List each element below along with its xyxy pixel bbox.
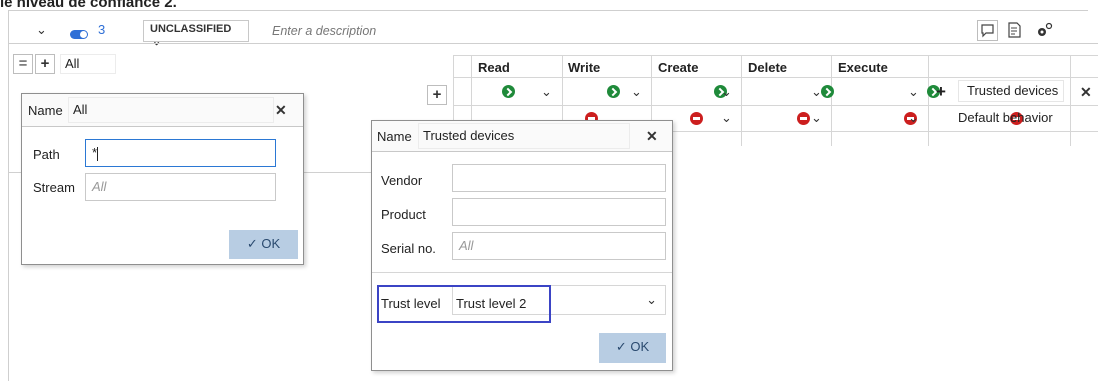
column-header-write: Write (568, 60, 601, 75)
column-header-execute: Execute (838, 60, 888, 75)
trust-level-label: Trust level (381, 296, 441, 311)
grid-col-line (1070, 55, 1071, 146)
grid-top-line (453, 55, 1098, 56)
ok-label: OK (630, 339, 650, 354)
classification-select[interactable]: UNCLASSIFIED ⌄ (143, 20, 249, 48)
description-input[interactable]: Enter a description (272, 24, 532, 38)
execute-dropdown-chevron-icon[interactable]: ⌄ (908, 84, 919, 100)
collapse-chevron-icon[interactable]: ⌄ (36, 22, 47, 38)
dialog-header: Name All ✕ (22, 94, 303, 127)
stream-input[interactable]: All (85, 173, 276, 201)
path-label: Path (33, 147, 60, 162)
write-dropdown-chevron-icon[interactable]: ⌄ (631, 84, 642, 100)
read-dropdown-chevron-icon[interactable]: ⌄ (541, 84, 552, 100)
name-input[interactable]: Trusted devices (418, 123, 630, 149)
equals-button[interactable]: = (13, 54, 33, 74)
classification-value: UNCLASSIFIED (150, 23, 232, 35)
path-input[interactable]: * (85, 139, 276, 167)
close-icon[interactable]: ✕ (275, 102, 287, 119)
add-filter-button[interactable]: + (35, 54, 55, 74)
top-divider (8, 10, 1088, 11)
rule-count: 3 (98, 22, 106, 37)
allow-delete-icon (820, 85, 834, 98)
default-behavior-label: Default behavior (958, 110, 1053, 125)
name-label: Name (28, 103, 63, 118)
trust-level-highlight: Trust level Trust level 2 (377, 285, 551, 323)
left-border (8, 10, 9, 381)
stream-label: Stream (33, 180, 75, 195)
checkmark-icon: ✓ (246, 236, 258, 251)
grid-col-line (831, 55, 832, 146)
dialog-divider (372, 272, 672, 273)
column-header-create: Create (658, 60, 699, 75)
grid-col-line (928, 55, 929, 146)
name-input[interactable]: All (68, 97, 274, 123)
chevron-down-icon: ⌄ (646, 292, 657, 307)
add-device-button[interactable]: + (936, 82, 946, 102)
toolbar-divider (8, 43, 1098, 44)
execute-deny-chevron-icon[interactable]: ⌄ (908, 110, 919, 126)
stream-placeholder: All (92, 179, 107, 194)
name-label: Name (377, 129, 412, 144)
serial-placeholder: All (459, 238, 474, 253)
ok-button[interactable]: ✓ OK (599, 333, 666, 363)
delete-dropdown-chevron-icon[interactable]: ⌄ (811, 84, 822, 100)
text-cursor (97, 146, 99, 161)
enabled-toggle[interactable] (70, 30, 88, 39)
create-dropdown-chevron-icon[interactable]: ⌄ (721, 84, 732, 100)
product-input[interactable] (452, 198, 666, 226)
add-row-button[interactable]: + (427, 85, 447, 105)
grid-header-line (453, 77, 1098, 78)
chevron-down-icon: ⌄ (152, 36, 162, 48)
remove-row-icon[interactable]: ✕ (1080, 84, 1092, 101)
settings-gear-icon[interactable] (1034, 21, 1054, 40)
deny-write-icon (690, 112, 704, 125)
product-label: Product (381, 207, 426, 222)
deny-create-icon (797, 112, 810, 125)
grid-col-line (741, 55, 742, 146)
checkmark-icon: ✓ (615, 339, 627, 354)
device-group-label[interactable]: Trusted devices (958, 80, 1064, 102)
create-deny-chevron-icon[interactable]: ⌄ (721, 110, 732, 126)
serial-input[interactable]: All (452, 232, 666, 260)
notes-icon[interactable] (1006, 21, 1024, 40)
allow-read-icon (501, 85, 515, 98)
delete-deny-chevron-icon[interactable]: ⌄ (811, 110, 822, 126)
path-filter-dialog: Name All ✕ Path * Stream All ✓ OK (21, 93, 304, 265)
comment-icon[interactable] (977, 20, 998, 41)
filter-value[interactable]: All (60, 54, 116, 74)
dialog-header: Name Trusted devices ✕ (372, 121, 672, 152)
serial-label: Serial no. (381, 241, 436, 256)
vendor-label: Vendor (381, 173, 423, 188)
column-header-delete: Delete (748, 60, 788, 75)
grid-row1-line (453, 105, 1098, 106)
allow-write-icon (607, 85, 621, 98)
vendor-input[interactable] (452, 164, 666, 192)
trust-level-value: Trust level 2 (456, 296, 527, 311)
close-icon[interactable]: ✕ (646, 128, 658, 145)
device-group-dialog: Name Trusted devices ✕ Vendor Product Se… (371, 120, 673, 371)
column-header-read: Read (478, 60, 510, 75)
ok-label: OK (261, 236, 281, 251)
ok-button[interactable]: ✓ OK (229, 230, 298, 259)
